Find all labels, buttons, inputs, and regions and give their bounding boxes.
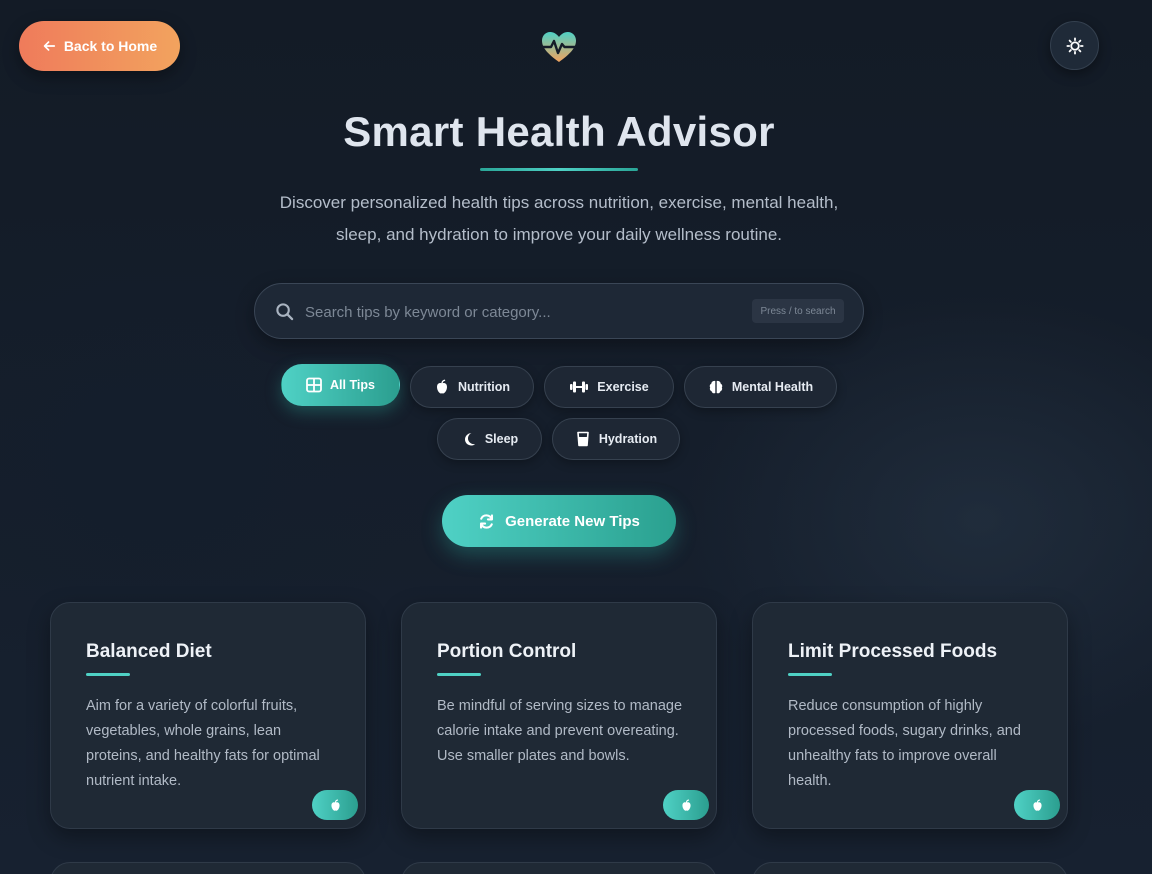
filter-label: Mental Health — [731, 380, 814, 394]
moon-icon — [464, 433, 475, 446]
tip-card-underline — [788, 673, 832, 676]
filter-label: Sleep — [484, 432, 519, 446]
filter-hydration[interactable]: Hydration — [552, 418, 680, 460]
dumbbell-icon — [570, 381, 589, 393]
arrow-left-icon — [43, 41, 55, 51]
search-bar: Press / to search — [254, 283, 864, 339]
tip-card-text: Reduce consumption of highly processed f… — [788, 698, 1021, 789]
tip-card-underline — [86, 673, 130, 676]
tip-card-text: Be mindful of serving sizes to manage ca… — [437, 698, 683, 764]
tip-card-title: Balanced Diet — [86, 641, 212, 662]
page-subtitle: Discover personalized health tips across… — [279, 193, 839, 244]
tip-card[interactable]: Balanced Diet Aim for a variety of color… — [50, 602, 366, 829]
apple-icon — [681, 798, 691, 811]
filter-exercise[interactable]: Exercise — [544, 366, 674, 408]
category-badge — [663, 790, 709, 820]
tip-card-title: Limit Processed Foods — [788, 641, 998, 662]
filter-label: Hydration — [598, 432, 658, 446]
category-badge — [312, 790, 358, 820]
back-to-home-button[interactable]: Back to Home — [19, 21, 180, 71]
heart-pulse-icon — [541, 32, 577, 62]
tip-card-underline — [437, 673, 481, 676]
refresh-icon — [480, 513, 494, 529]
generate-new-tips-button[interactable]: Generate New Tips — [442, 495, 676, 547]
brain-icon — [709, 380, 723, 394]
tip-card-title: Portion Control — [437, 641, 577, 662]
filter-nutrition[interactable]: Nutrition — [410, 366, 534, 408]
filter-label: Nutrition — [457, 380, 511, 394]
filter-sleep[interactable]: Sleep — [437, 418, 542, 460]
sun-icon — [1065, 36, 1084, 55]
search-icon — [276, 303, 294, 321]
theme-toggle-button[interactable] — [1050, 21, 1099, 70]
tip-card[interactable]: Limit Processed Foods Reduce consumption… — [752, 602, 1068, 829]
filter-mental-health[interactable]: Mental Health — [684, 366, 837, 408]
tip-card[interactable] — [752, 862, 1068, 874]
apple-icon — [436, 379, 447, 394]
grid-icon — [306, 377, 322, 393]
search-input[interactable] — [305, 298, 745, 326]
tip-card[interactable] — [401, 862, 717, 874]
filter-all-tips[interactable]: All Tips — [281, 364, 400, 406]
filter-label: All Tips — [330, 378, 375, 392]
apple-icon — [330, 798, 340, 811]
filter-label: Exercise — [597, 380, 649, 394]
glass-icon — [577, 431, 589, 447]
back-to-home-label: Back to Home — [63, 38, 158, 54]
tip-card[interactable] — [50, 862, 366, 874]
page-title: Smart Health Advisor — [343, 108, 775, 155]
title-underline — [480, 168, 638, 171]
tip-card[interactable]: Portion Control Be mindful of serving si… — [401, 602, 717, 829]
apple-icon — [1032, 798, 1042, 811]
tip-card-text: Aim for a variety of colorful fruits, ve… — [86, 698, 320, 789]
category-badge — [1014, 790, 1060, 820]
generate-new-tips-label: Generate New Tips — [505, 512, 640, 530]
search-shortcut-hint: Press / to search — [752, 299, 844, 323]
